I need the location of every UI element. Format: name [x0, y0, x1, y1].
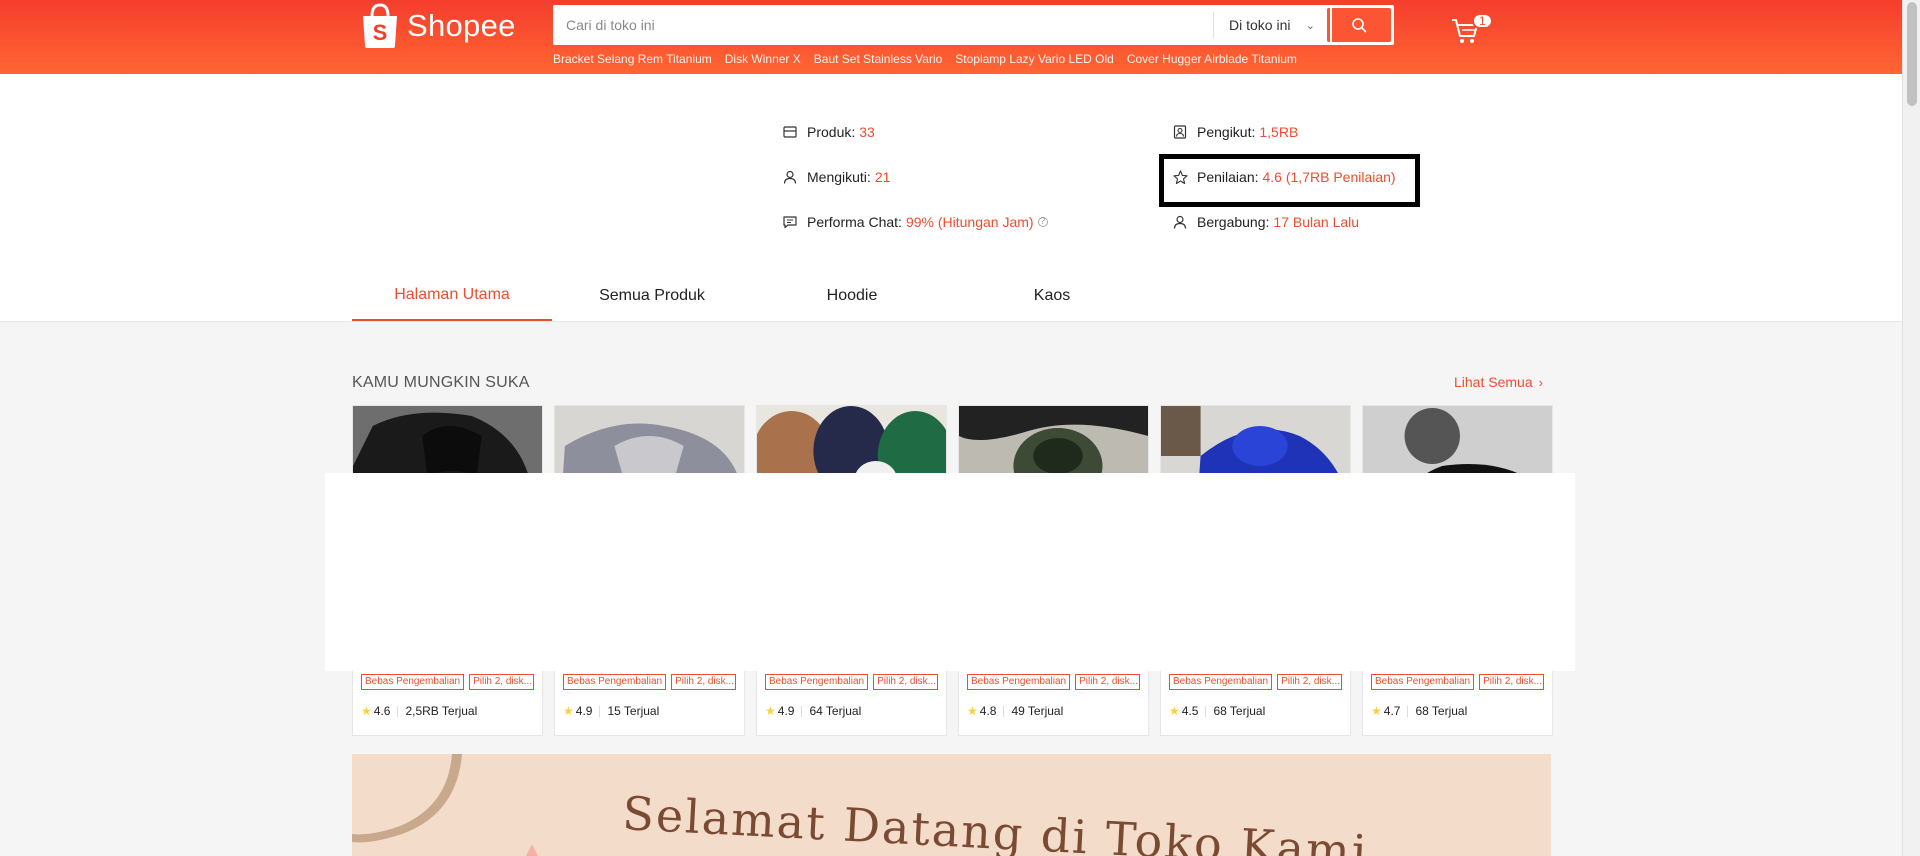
- stat-value: 1,5RB: [1259, 124, 1299, 140]
- divider: [801, 705, 803, 717]
- promo-tag: Pilih 2, disk...: [671, 674, 737, 690]
- suggestion-link[interactable]: Stoplamp Lazy Vario LED Old: [955, 52, 1114, 66]
- shopee-bag-icon: S: [363, 3, 397, 48]
- search-scope-dropdown[interactable]: Di toko ini ⌄: [1213, 12, 1327, 38]
- stat-following: Mengikuti: 21: [782, 169, 890, 185]
- search-scope-label: Di toko ini: [1229, 17, 1291, 33]
- product-sold: 15 Terjual: [607, 704, 660, 718]
- chevron-right-icon: ›: [1538, 374, 1543, 390]
- suggestion-link[interactable]: Cover Hugger Airblade Titanium: [1127, 52, 1297, 66]
- product-sold: 68 Terjual: [1415, 704, 1468, 718]
- tab-halaman-utama[interactable]: Halaman Utama: [352, 271, 552, 321]
- tab-hoodie[interactable]: Hoodie: [752, 271, 952, 321]
- promo-tag: Pilih 2, disk...: [873, 674, 939, 690]
- shop-info-section: Produk: 33 Mengikuti: 21 Performa Chat: …: [0, 74, 1902, 322]
- product-rating: 4.5: [1181, 704, 1199, 718]
- free-return-tag: Bebas Pengembalian: [1371, 674, 1475, 690]
- store-icon: [782, 124, 798, 140]
- chat-icon: [782, 214, 798, 230]
- followers-icon: [1172, 124, 1188, 140]
- divider: [599, 705, 601, 717]
- stat-value: 21: [874, 169, 891, 185]
- product-rating: 4.9: [575, 704, 593, 718]
- stat-label: Bergabung:: [1197, 214, 1270, 230]
- scrollbar-thumb[interactable]: [1907, 2, 1917, 106]
- stat-label: Mengikuti:: [807, 169, 871, 185]
- product-rating: 4.7: [1383, 704, 1401, 718]
- chevron-down-icon: ⌄: [1305, 19, 1315, 32]
- divider: [1205, 705, 1207, 717]
- stat-joined: Bergabung: 17 Bulan Lalu: [1172, 214, 1359, 230]
- product-sold: 64 Terjual: [809, 704, 862, 718]
- divider: [1407, 705, 1409, 717]
- stat-value: 17 Bulan Lalu: [1273, 214, 1360, 230]
- brand-name: Shopee: [407, 8, 516, 43]
- free-return-tag: Bebas Pengembalian: [765, 674, 869, 690]
- rating-highlight-box: [1159, 154, 1420, 207]
- cart-button[interactable]: 1: [1450, 13, 1493, 50]
- suggestion-link[interactable]: Disk Winner X: [725, 52, 801, 66]
- promo-tag: Pilih 2, disk...: [1479, 674, 1545, 690]
- suggestion-link[interactable]: Baut Set Stainless Vario: [814, 52, 943, 66]
- welcome-banner[interactable]: Selamat Datang di Toko Kami: [352, 754, 1551, 856]
- star-filled-icon: ★: [361, 704, 372, 718]
- product-sold: 68 Terjual: [1213, 704, 1266, 718]
- star-filled-icon: ★: [765, 704, 776, 718]
- stat-products: Produk: 33: [782, 124, 875, 140]
- shop-tabs: Halaman Utama Semua Produk Hoodie Kaos: [352, 271, 1152, 321]
- free-return-tag: Bebas Pengembalian: [563, 674, 667, 690]
- divider: [1003, 705, 1005, 717]
- free-return-tag: Bebas Pengembalian: [361, 674, 465, 690]
- shopee-logo[interactable]: S Shopee: [359, 2, 516, 50]
- product-sold: 2,5RB Terjual: [405, 704, 478, 718]
- promo-tag: Pilih 2, disk...: [469, 674, 535, 690]
- user-join-icon: [1172, 214, 1188, 230]
- top-header: S Shopee Di toko ini ⌄ Bracket Selang Re…: [0, 0, 1902, 74]
- stat-value: 99% (Hitungan Jam): [905, 214, 1034, 230]
- product-rating: 4.8: [979, 704, 997, 718]
- see-all-label: Lihat Semua: [1454, 374, 1533, 390]
- stat-chat-performance: Performa Chat: 99% (Hitungan Jam) ?: [782, 214, 1048, 230]
- free-return-tag: Bebas Pengembalian: [967, 674, 1071, 690]
- promo-tag: Pilih 2, disk...: [1277, 674, 1343, 690]
- search-button[interactable]: [1327, 8, 1391, 42]
- search-input[interactable]: [553, 5, 1213, 45]
- stat-value: 33: [859, 124, 875, 140]
- search-icon: [1352, 18, 1367, 33]
- promo-tag: Pilih 2, disk...: [1075, 674, 1141, 690]
- svg-text:S: S: [373, 20, 388, 45]
- stat-label: Pengikut:: [1197, 124, 1256, 140]
- divider: [397, 705, 399, 717]
- user-icon: [782, 169, 798, 185]
- star-filled-icon: ★: [1371, 704, 1382, 718]
- tab-kaos[interactable]: Kaos: [952, 271, 1152, 321]
- star-filled-icon: ★: [563, 704, 574, 718]
- section-title: KAMU MUNGKIN SUKA: [352, 374, 530, 391]
- star-filled-icon: ★: [1169, 704, 1180, 718]
- product-rating: 4.6: [373, 704, 391, 718]
- product-rating: 4.9: [777, 704, 795, 718]
- tab-semua-produk[interactable]: Semua Produk: [552, 271, 752, 321]
- stat-label: Produk:: [807, 124, 856, 140]
- search-suggestions: Bracket Selang Rem Titanium Disk Winner …: [553, 52, 1297, 66]
- suggestion-link[interactable]: Bracket Selang Rem Titanium: [553, 52, 712, 66]
- product-sold: 49 Terjual: [1011, 704, 1064, 718]
- stat-label: Performa Chat:: [807, 214, 902, 230]
- stat-followers: Pengikut: 1,5RB: [1172, 124, 1298, 140]
- free-return-tag: Bebas Pengembalian: [1169, 674, 1273, 690]
- cart-count-badge: 1: [1472, 13, 1493, 29]
- blank-overlay-panel: [325, 473, 1575, 671]
- star-filled-icon: ★: [967, 704, 978, 718]
- see-all-link[interactable]: Lihat Semua ›: [1454, 374, 1543, 390]
- help-icon[interactable]: ?: [1037, 217, 1048, 227]
- search-bar: Di toko ini ⌄: [553, 5, 1394, 45]
- page-scrollbar[interactable]: [1902, 0, 1920, 856]
